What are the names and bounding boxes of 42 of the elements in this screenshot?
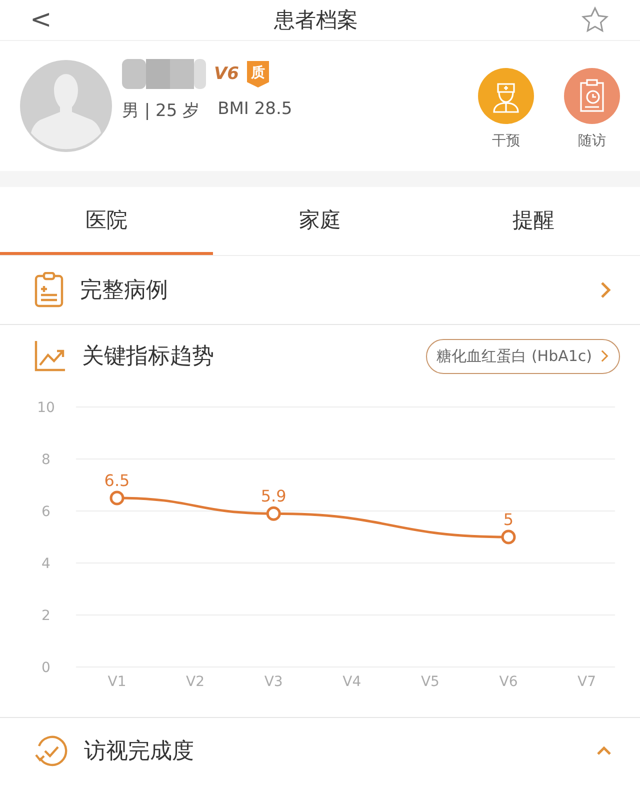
indicator-selector[interactable]: 糖化血红蛋白 (HbA1c) [426,338,620,374]
data-point [266,506,281,521]
action-button[interactable]: 随访 [564,68,620,150]
x-tick-label: V5 [420,674,440,690]
doctor-icon [478,68,534,124]
data-label: 5 [503,510,514,529]
chevron-up-icon[interactable] [596,746,612,756]
trend-chart-icon [34,340,66,372]
patient-info: 男 | 25 岁 [122,100,200,122]
y-tick-label: 4 [42,556,50,572]
quality-badge: 质 [247,60,269,88]
record-row[interactable]: 完整病例 [0,256,640,325]
y-tick-label: 6 [42,504,50,520]
y-tick-label: 10 [37,400,55,416]
data-point [501,530,516,544]
trend-label: 关键指标趋势 [82,343,215,371]
level-label: V6 [214,64,239,84]
y-tick-label: 0 [42,660,50,676]
data-point [110,490,124,506]
action-button[interactable]: 干预 [478,68,534,150]
chevron-right-icon [600,349,609,363]
clipboard-clock-icon [564,68,620,124]
page-title: 患者档案 [274,7,358,34]
clipboard-icon [34,272,64,308]
bmi-value: BMI 28.5 [218,99,292,121]
check-cycle-icon [34,734,68,768]
chevron-right-icon [600,281,612,299]
star-icon[interactable] [580,5,610,35]
x-tick-label: V4 [342,674,362,690]
data-label: 5.9 [260,486,286,506]
avatar-icon [20,60,112,152]
back-button[interactable]: < [30,5,52,35]
y-tick-label: 8 [42,452,50,468]
completion-label: 访视完成度 [84,738,195,766]
x-tick-label: V6 [499,674,518,690]
data-label: 6.5 [104,471,130,490]
x-tick-label: V2 [186,674,205,690]
x-tick-label: V3 [264,674,283,690]
x-tick-label: V1 [108,674,126,690]
record-label: 完整病例 [80,277,169,305]
x-tick-label: V7 [578,674,596,690]
y-tick-label: 2 [42,608,50,624]
